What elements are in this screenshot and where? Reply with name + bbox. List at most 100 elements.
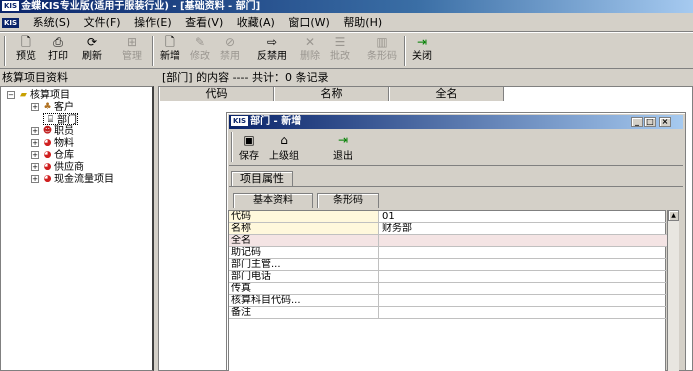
column-name[interactable]: 名称 [274, 87, 389, 101]
barcode-button[interactable]: ▥ 条形码 [362, 35, 402, 67]
main-toolbar: 🗋 预览 ⎙ 打印 ⟳ 刷新 ⊞ 管理 🗋 新增 ✎ 修改 ⊘ 禁用 ⇨ 反禁用 ✕ 删除 ☰ 批改… [0, 32, 693, 69]
account-code-field[interactable] [380, 295, 667, 306]
minimize-icon[interactable]: _ [631, 117, 643, 127]
batch-edit-button[interactable]: ☰ 批改 [326, 35, 354, 67]
disable-icon: ⊘ [224, 35, 236, 49]
tree-item-employee[interactable]: + ☻ 职员 [31, 125, 74, 137]
kis-logo-icon: KIS [2, 1, 20, 11]
enable-button[interactable]: ⇨ 反禁用 [252, 35, 292, 67]
collapse-icon[interactable]: − [7, 91, 15, 99]
dialog-toolbar: ▣ 保存 ⌂ 上级组 ⇥ 退出 [229, 130, 683, 166]
tree-item-cashflow[interactable]: + ◕ 现金流量项目 [31, 173, 114, 185]
app-title-bar[interactable]: KIS 金蝶KIS专业版(适用于服装行业) - [基础资料 - 部门] [0, 0, 693, 13]
manager-field[interactable] [380, 259, 667, 270]
menu-logo-icon[interactable]: KIS [2, 18, 20, 28]
exit-icon: ⇥ [337, 133, 349, 147]
supplier-icon: ◕ [43, 162, 52, 172]
maximize-icon[interactable]: □ [644, 117, 656, 127]
expand-icon[interactable]: + [31, 127, 39, 135]
tab-item-properties[interactable]: 项目属性 [231, 171, 293, 186]
tree-item-material[interactable]: + ◕ 物料 [31, 137, 74, 149]
expand-icon[interactable]: + [31, 175, 39, 183]
disable-button[interactable]: ⊘ 禁用 [216, 35, 244, 67]
new-button[interactable]: 🗋 新增 [156, 35, 184, 67]
tab-barcode[interactable]: 条形码 [317, 193, 379, 208]
mnemonic-field[interactable] [380, 247, 667, 258]
dialog-close-icon[interactable]: × [659, 117, 671, 127]
tree-item-supplier[interactable]: + ◕ 供应商 [31, 161, 84, 173]
folder-icon: ▰ [20, 90, 27, 100]
content-header: [部门] 的内容 ---- 共计：0 条记录 [162, 71, 329, 84]
barcode-icon: ▥ [376, 35, 388, 49]
item-tree[interactable]: − ▰ 核算项目 + ♣ 客户 ⌸ 部门 + ☻ 职员 + ◕ 物料 + ◕ 仓库 + ◕ 供应商 + ◕ 现… [0, 86, 154, 371]
tree-item-customer[interactable]: + ♣ 客户 [31, 101, 74, 113]
save-button[interactable]: ▣ 保存 [239, 133, 259, 162]
edit-button[interactable]: ✎ 修改 [186, 35, 214, 67]
menu-system[interactable]: 系统(S) [33, 16, 71, 29]
app-title: 金蝶KIS专业版(适用于服装行业) - [基础资料 - 部门] [21, 1, 261, 12]
edit-icon: ✎ [194, 35, 206, 49]
tree-item-department[interactable]: ⌸ 部门 [43, 113, 78, 126]
field-row-remark: 备注 [229, 307, 667, 319]
batch-edit-icon: ☰ [334, 35, 346, 49]
vertical-scrollbar[interactable]: ▲ [667, 210, 679, 371]
field-row-mnemonic: 助记码 [229, 247, 667, 259]
print-button[interactable]: ⎙ 打印 [44, 35, 72, 67]
department-new-dialog: KIS 部门 - 新增 _ □ × ▣ 保存 ⌂ 上级组 ⇥ 退出 项目属性 基本资料 … [226, 112, 686, 371]
column-fullname[interactable]: 全名 [389, 87, 504, 101]
preview-icon: 🗋 [21, 35, 31, 49]
menu-bar: KIS 系统(S) 文件(F) 操作(E) 查看(V) 收藏(A) 窗口(W) … [0, 13, 693, 32]
field-row-fax: 传真 [229, 283, 667, 295]
customer-icon: ♣ [43, 102, 52, 112]
menu-view[interactable]: 查看(V) [185, 16, 223, 29]
material-icon: ◕ [43, 138, 52, 148]
manage-icon: ⊞ [126, 35, 138, 49]
tree-item-warehouse[interactable]: + ◕ 仓库 [31, 149, 74, 161]
delete-icon: ✕ [304, 35, 316, 49]
code-field[interactable]: 01 [380, 211, 667, 222]
menu-file[interactable]: 文件(F) [84, 16, 121, 29]
menu-help[interactable]: 帮助(H) [343, 16, 382, 29]
dialog-title: 部门 - 新增 [250, 116, 302, 127]
close-button[interactable]: ⇥ 关闭 [408, 35, 436, 67]
expand-icon[interactable]: + [31, 103, 39, 111]
expand-icon[interactable]: + [31, 151, 39, 159]
parent-group-button[interactable]: ⌂ 上级组 [269, 133, 299, 162]
toolbar-separator [404, 36, 406, 66]
print-icon: ⎙ [53, 35, 63, 49]
preview-button[interactable]: 🗋 预览 [12, 35, 40, 67]
fax-field[interactable] [380, 283, 667, 294]
refresh-icon: ⟳ [86, 35, 98, 49]
expand-icon[interactable]: + [31, 163, 39, 171]
name-field[interactable]: 财务部 [380, 223, 667, 234]
cashflow-icon: ◕ [43, 174, 52, 184]
menu-operation[interactable]: 操作(E) [134, 16, 172, 29]
expand-icon[interactable]: + [31, 139, 39, 147]
phone-field[interactable] [380, 271, 667, 282]
exit-button[interactable]: ⇥ 退出 [333, 133, 353, 162]
employee-icon: ☻ [42, 126, 53, 136]
menu-window[interactable]: 窗口(W) [288, 16, 329, 29]
toolbar-grip [4, 36, 6, 66]
parent-group-icon: ⌂ [280, 133, 288, 147]
new-icon: 🗋 [165, 35, 175, 49]
tab-basic-info[interactable]: 基本资料 [233, 193, 313, 208]
scroll-up-icon[interactable]: ▲ [668, 210, 679, 221]
tree-root[interactable]: − ▰ 核算项目 [7, 89, 70, 101]
enable-icon: ⇨ [266, 35, 278, 49]
refresh-button[interactable]: ⟳ 刷新 [78, 35, 106, 67]
field-row-manager: 部门主管... [229, 259, 667, 271]
field-row-account-code: 核算科目代码... [229, 295, 667, 307]
remark-field[interactable] [380, 307, 667, 318]
delete-button[interactable]: ✕ 删除 [296, 35, 324, 67]
field-row-phone: 部门电话 [229, 271, 667, 283]
fullname-field[interactable] [380, 235, 667, 246]
dialog-title-bar[interactable]: KIS 部门 - 新增 _ □ × [229, 115, 683, 129]
warehouse-icon: ◕ [43, 150, 52, 160]
column-code[interactable]: 代码 [159, 87, 274, 101]
toolbar-separator [152, 36, 154, 66]
field-row-code: 代码 01 [229, 211, 667, 223]
menu-favorites[interactable]: 收藏(A) [237, 16, 275, 29]
tab-divider [229, 186, 683, 187]
manage-button[interactable]: ⊞ 管理 [118, 35, 146, 67]
